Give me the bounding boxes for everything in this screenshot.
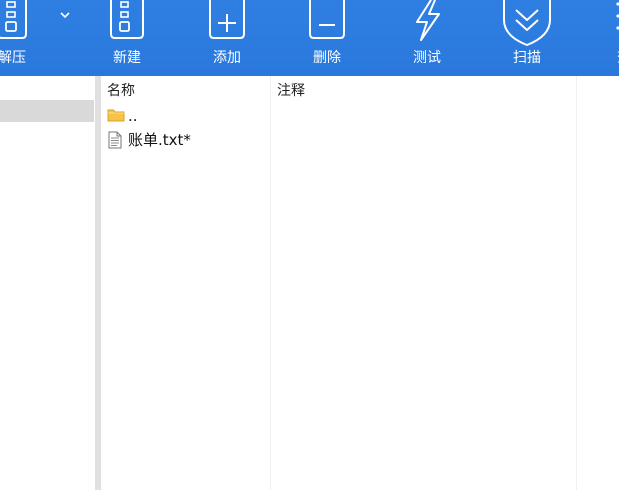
folder-tree-pane[interactable]	[0, 76, 96, 490]
lightning-icon	[416, 0, 440, 41]
new-label: 新建	[113, 50, 141, 66]
new-archive-icon	[110, 0, 144, 39]
view-button[interactable]: 查	[584, 0, 619, 76]
test-button[interactable]: 测试	[387, 0, 467, 76]
item-name: 账单.txt*	[128, 131, 191, 149]
new-button[interactable]: 新建	[87, 0, 167, 76]
shield-icon	[503, 0, 551, 46]
chevron-down-icon	[60, 12, 70, 19]
delete-label: 删除	[313, 50, 341, 66]
item-name: ..	[128, 107, 138, 125]
add-file-icon	[209, 0, 245, 39]
text-file-icon	[108, 131, 122, 149]
add-label: 添加	[213, 50, 241, 66]
column-divider[interactable]	[576, 76, 577, 490]
test-label: 测试	[413, 50, 441, 66]
delete-file-icon	[309, 0, 345, 39]
column-header-comment[interactable]: 注释	[271, 76, 576, 106]
tree-selected-item[interactable]	[0, 100, 94, 122]
column-header-name[interactable]: 名称	[101, 76, 270, 106]
view-label: 查	[584, 49, 619, 67]
zip-archive-icon	[0, 0, 27, 39]
toolbar: 解压 新建 添加 删除 测试 扫描	[0, 0, 619, 76]
scan-button[interactable]: 扫描	[487, 0, 567, 76]
column-divider[interactable]	[270, 76, 271, 490]
grid-dots-icon	[616, 2, 619, 30]
add-button[interactable]: 添加	[187, 0, 267, 76]
delete-button[interactable]: 删除	[287, 0, 367, 76]
scan-label: 扫描	[513, 50, 541, 66]
folder-icon	[107, 109, 125, 122]
file-list[interactable]: 名称 注释 .. 账单.txt*	[101, 76, 619, 490]
extract-label: 解压	[0, 50, 26, 66]
extract-dropdown[interactable]	[56, 6, 74, 24]
extract-button[interactable]: 解压	[0, 0, 52, 76]
